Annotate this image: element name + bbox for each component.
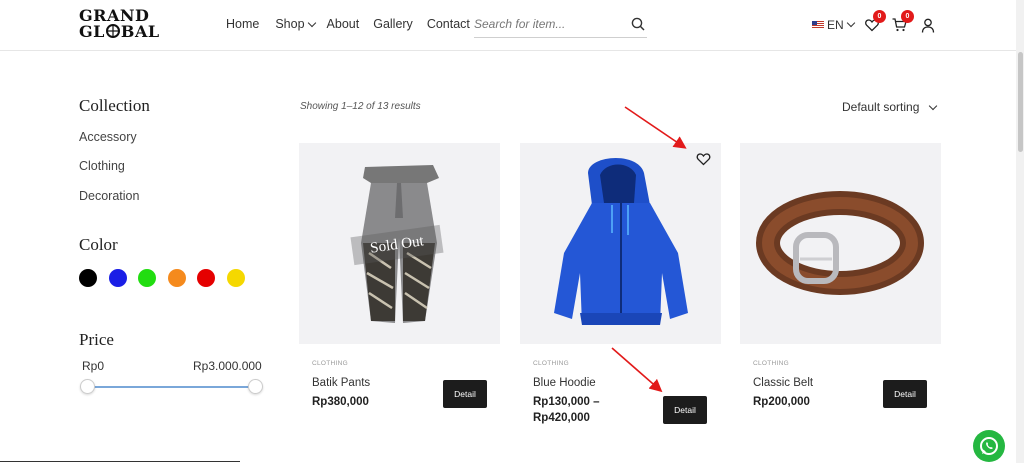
product-image[interactable]: Sold Out <box>299 143 500 344</box>
divider <box>0 461 240 462</box>
main-nav: Home Shop About Gallery Contact <box>226 17 470 31</box>
color-swatch[interactable] <box>79 269 97 287</box>
result-count: Showing 1–12 of 13 results <box>300 101 421 112</box>
color-swatch[interactable] <box>226 269 245 287</box>
brand-logo-line2: GL BAL <box>79 22 160 41</box>
classic-belt-image <box>756 191 924 295</box>
scrollbar-top <box>1016 0 1024 51</box>
whatsapp-button[interactable] <box>973 430 1005 462</box>
detail-button[interactable]: Detail <box>883 380 927 408</box>
collection-decoration[interactable]: Decoration <box>79 189 139 203</box>
price-max-label: Rp3.000.000 <box>193 359 262 373</box>
product-card[interactable] <box>740 143 941 344</box>
detail-button[interactable]: Detail <box>443 380 487 408</box>
product-image[interactable] <box>520 143 721 344</box>
color-swatch[interactable] <box>108 269 127 287</box>
price-max-handle[interactable] <box>248 379 263 394</box>
globe-icon <box>105 24 120 38</box>
product-image[interactable] <box>740 143 941 344</box>
wishlist-button[interactable]: 0 <box>864 10 886 33</box>
wishlist-count-badge: 0 <box>873 10 886 23</box>
language-label: EN <box>827 18 844 32</box>
product-card[interactable] <box>520 143 721 344</box>
product-name[interactable]: Classic Belt <box>753 377 813 389</box>
account-button[interactable] <box>920 15 938 33</box>
product-price: Rp380,000 <box>312 396 369 408</box>
product-category: CLOTHING <box>753 360 789 367</box>
collection-clothing[interactable]: Clothing <box>79 159 125 173</box>
color-swatch[interactable] <box>167 269 186 287</box>
detail-button[interactable]: Detail <box>663 396 707 424</box>
price-range-track[interactable] <box>88 386 258 388</box>
sorting-label: Default sorting <box>842 100 920 114</box>
search-icon[interactable] <box>631 17 645 31</box>
scrollbar-thumb[interactable] <box>1018 52 1023 152</box>
cart-button[interactable]: 0 <box>892 10 914 33</box>
arrow-to-wishlist-icon <box>624 106 687 149</box>
heart-icon[interactable] <box>696 152 711 166</box>
user-icon <box>921 18 935 33</box>
site-header: GRAND GL BAL Home Shop About Gallery Cont… <box>0 0 1024 51</box>
language-selector[interactable]: EN <box>812 18 855 32</box>
price-min-label: Rp0 <box>82 359 105 373</box>
product-price: Rp130,000 – <box>533 396 600 408</box>
chevron-down-icon <box>928 101 937 111</box>
color-title: Color <box>79 235 118 254</box>
color-swatch[interactable] <box>138 269 156 287</box>
price-min-handle[interactable] <box>80 379 95 394</box>
product-price-max: Rp420,000 <box>533 412 590 424</box>
whatsapp-icon <box>980 437 998 455</box>
product-card[interactable]: Sold Out <box>299 143 500 344</box>
chevron-down-icon <box>846 18 855 28</box>
search-input[interactable] <box>474 12 624 36</box>
nav-about[interactable]: About <box>327 17 360 31</box>
collection-title: Collection <box>79 96 150 115</box>
product-name[interactable]: Batik Pants <box>312 377 370 389</box>
product-price: Rp200,000 <box>753 396 810 408</box>
nav-contact[interactable]: Contact <box>427 17 470 31</box>
product-category: CLOTHING <box>533 360 569 367</box>
product-name[interactable]: Blue Hoodie <box>533 377 596 389</box>
product-category: CLOTHING <box>312 360 348 367</box>
blue-hoodie-image <box>554 157 688 325</box>
search-bar <box>474 12 647 38</box>
chevron-down-icon <box>307 18 316 28</box>
nav-home[interactable]: Home <box>226 17 259 31</box>
cart-count-badge: 0 <box>901 10 914 23</box>
nav-shop[interactable]: Shop <box>275 17 316 31</box>
price-title: Price <box>79 330 114 349</box>
sorting-dropdown[interactable]: Default sorting <box>842 100 937 114</box>
color-swatch[interactable] <box>197 269 215 287</box>
brand-logo[interactable]: GRAND GL BAL <box>79 8 167 40</box>
collection-accessory[interactable]: Accessory <box>79 130 137 144</box>
us-flag-icon <box>812 21 824 29</box>
nav-gallery[interactable]: Gallery <box>373 17 413 31</box>
arrow-to-detail-button <box>611 347 663 393</box>
